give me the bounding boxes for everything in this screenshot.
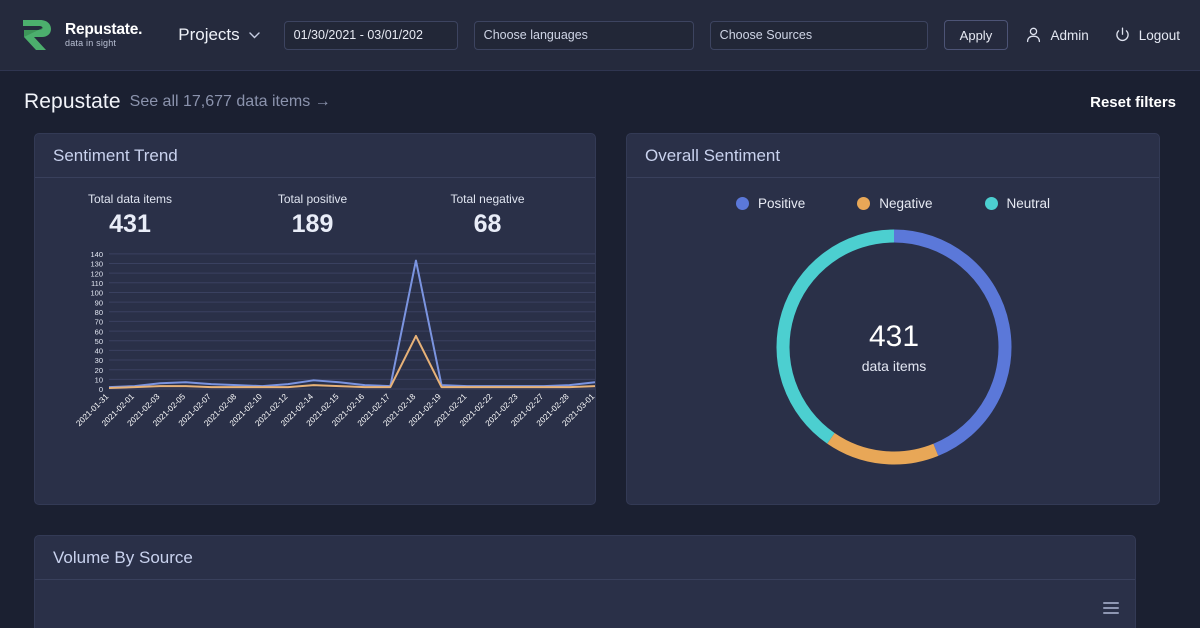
logo-text-block: Repustate. data in sight xyxy=(65,20,143,49)
donut-total-label: data items xyxy=(861,358,927,374)
svg-text:10: 10 xyxy=(95,376,103,385)
user-icon xyxy=(1027,27,1041,43)
legend-dot-neutral xyxy=(984,197,998,210)
stat-label: Total data items xyxy=(87,192,173,206)
stat-total-data-items: Total data items 431 xyxy=(35,192,225,239)
svg-text:70: 70 xyxy=(95,318,103,327)
power-icon xyxy=(1115,27,1129,42)
top-navigation-bar: Repustate. data in sight Projects 01/30/… xyxy=(0,0,1200,71)
legend-item-positive[interactable]: Positive xyxy=(735,196,806,211)
hamburger-menu-icon[interactable] xyxy=(1103,602,1119,617)
logout-label: Logout xyxy=(1138,27,1180,43)
user-actions: Admin Logout xyxy=(1026,27,1180,43)
logo-name: Repustate. xyxy=(65,20,143,38)
date-range-input[interactable]: 01/30/2021 - 03/01/202 xyxy=(283,20,458,50)
volume-by-source-title: Volume By Source xyxy=(53,547,193,567)
stat-value: 189 xyxy=(291,210,334,238)
dashboard-main-row: Sentiment Trend Total data items 431 Tot… xyxy=(0,133,1200,505)
admin-menu[interactable]: Admin xyxy=(1026,27,1089,43)
overall-sentiment-card: Overall Sentiment Positive Negative Neut… xyxy=(626,133,1160,505)
admin-label: Admin xyxy=(1050,27,1089,43)
trend-chart-svg: 10203040506070809010011012013014002021-0… xyxy=(74,250,596,428)
stat-label: Total positive xyxy=(277,192,348,206)
sentiment-trend-header: Sentiment Trend xyxy=(35,134,595,178)
repustate-logo-icon xyxy=(23,20,51,50)
donut-total-value: 431 xyxy=(868,320,920,353)
donut-center-label: 431 data items xyxy=(627,320,1161,374)
legend-dot-positive xyxy=(735,197,749,210)
page-title: Repustate xyxy=(24,90,121,113)
logout-button[interactable]: Logout xyxy=(1115,27,1180,43)
stat-label: Total negative xyxy=(450,192,525,206)
reset-filters-button[interactable]: Reset filters xyxy=(1090,94,1176,111)
svg-text:60: 60 xyxy=(95,327,103,336)
chevron-down-icon xyxy=(248,31,260,38)
stat-total-positive: Total positive 189 xyxy=(225,192,400,239)
projects-label: Projects xyxy=(178,25,240,44)
overall-sentiment-title: Overall Sentiment xyxy=(645,145,781,165)
legend-item-neutral[interactable]: Neutral xyxy=(984,196,1051,211)
legend-label-negative: Negative xyxy=(879,196,933,211)
app-logo[interactable]: Repustate. data in sight xyxy=(20,18,142,52)
svg-text:120: 120 xyxy=(90,269,103,278)
sentiment-stats: Total data items 431 Total positive 189 … xyxy=(35,178,595,241)
overall-sentiment-donut-chart[interactable]: 431 data items xyxy=(627,211,1161,483)
sentiment-trend-title: Sentiment Trend xyxy=(53,145,178,165)
donut-segment-negative[interactable] xyxy=(827,432,939,465)
volume-by-source-header: Volume By Source xyxy=(35,536,1135,580)
svg-text:110: 110 xyxy=(91,279,103,288)
stat-value: 68 xyxy=(473,210,502,238)
svg-text:100: 100 xyxy=(90,289,103,298)
legend-dot-negative xyxy=(857,197,871,210)
volume-by-source-body xyxy=(35,580,1135,628)
apply-button[interactable]: Apply xyxy=(943,20,1009,50)
languages-select[interactable]: Choose languages xyxy=(473,20,694,50)
svg-text:140: 140 xyxy=(90,250,103,259)
svg-text:130: 130 xyxy=(90,260,103,269)
see-all-data-items-link[interactable]: See all 17,677 data items → xyxy=(130,93,331,111)
svg-text:30: 30 xyxy=(95,356,103,365)
dashboard-bottom-row: Volume By Source xyxy=(0,505,1200,628)
sentiment-legend: Positive Negative Neutral xyxy=(627,178,1159,211)
svg-text:40: 40 xyxy=(95,347,103,356)
sources-select[interactable]: Choose Sources xyxy=(709,20,928,50)
sentiment-trend-line-chart[interactable]: 10 20 30 40 50 60 70 80 90 100 110 120 130 140 0 2021-0… xyxy=(35,241,597,491)
svg-text:50: 50 xyxy=(95,337,103,346)
logo-tagline: data in sight xyxy=(65,37,117,48)
page-subheader: Repustate See all 17,677 data items → Re… xyxy=(0,71,1200,133)
svg-text:80: 80 xyxy=(95,308,103,317)
legend-label-neutral: Neutral xyxy=(1006,196,1051,211)
volume-by-source-card: Volume By Source xyxy=(34,535,1136,628)
stat-value: 431 xyxy=(109,210,151,238)
stat-total-negative: Total negative 68 xyxy=(400,192,575,239)
svg-text:20: 20 xyxy=(95,366,103,375)
overall-sentiment-header: Overall Sentiment xyxy=(627,134,1159,178)
projects-dropdown[interactable]: Projects xyxy=(178,25,260,45)
legend-item-negative[interactable]: Negative xyxy=(857,196,933,211)
svg-text:90: 90 xyxy=(95,298,103,307)
sentiment-trend-card: Sentiment Trend Total data items 431 Tot… xyxy=(34,133,597,505)
legend-label-positive: Positive xyxy=(757,196,806,211)
